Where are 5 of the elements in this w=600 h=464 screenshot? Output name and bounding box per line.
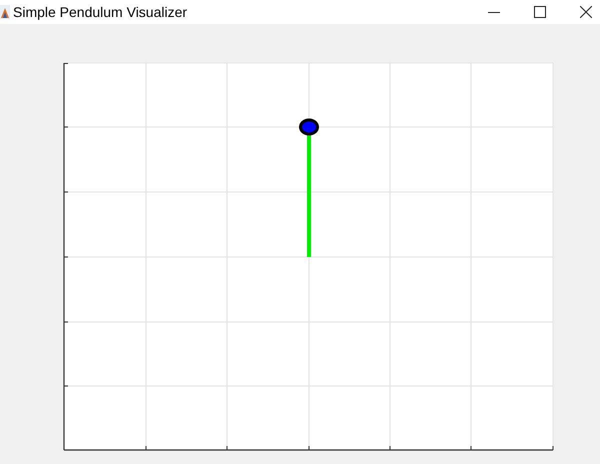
close-icon[interactable] (580, 6, 592, 18)
pendulum-bob (299, 118, 319, 136)
window-title: Simple Pendulum Visualizer (13, 4, 188, 20)
app-icon (0, 5, 10, 19)
maximize-icon[interactable] (534, 6, 546, 18)
